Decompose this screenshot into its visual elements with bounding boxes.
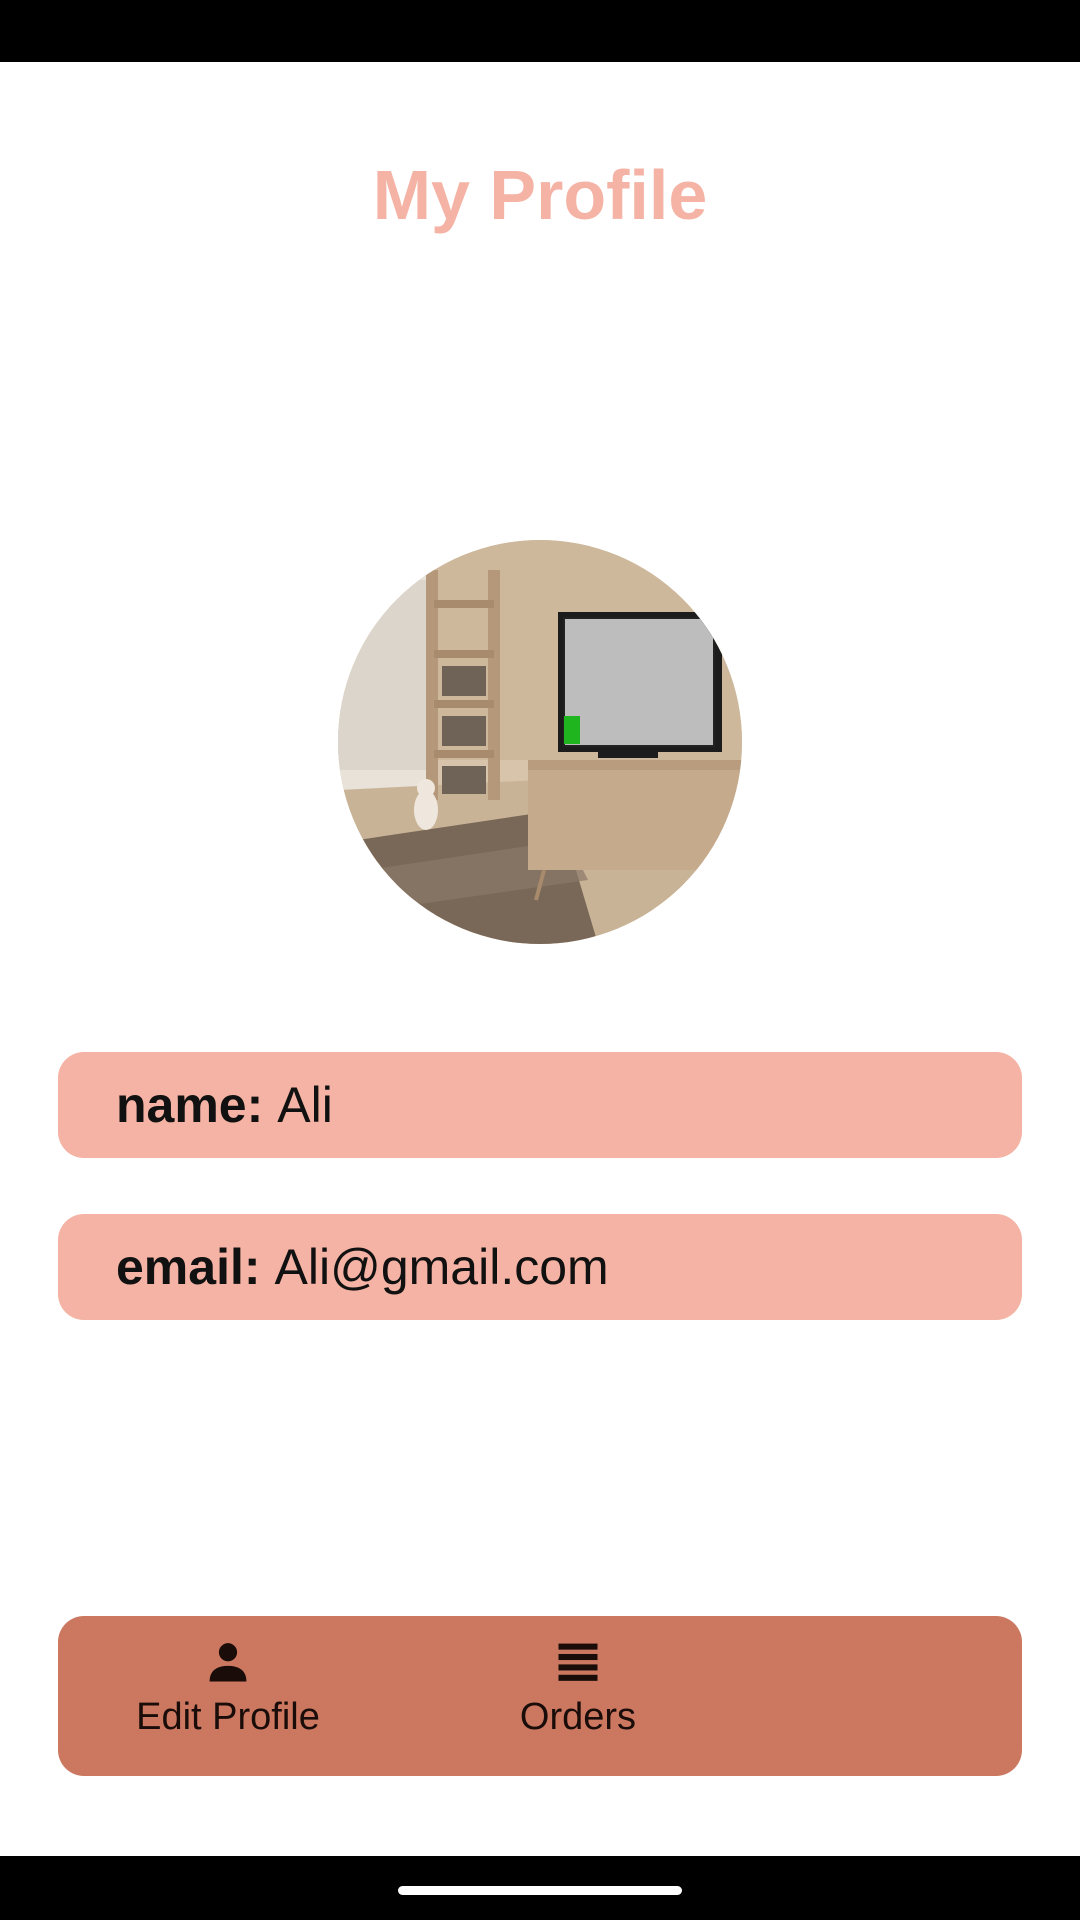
name-value: Ali	[277, 1077, 333, 1133]
avatar-image	[338, 540, 742, 944]
email-label: email:	[116, 1239, 261, 1295]
edit-profile-label: Edit Profile	[136, 1696, 320, 1738]
person-icon	[209, 1643, 247, 1682]
page-title: My Profile	[372, 156, 708, 234]
bottom-nav: Edit Profile Orders	[58, 1616, 1022, 1776]
edit-profile-button[interactable]: Edit Profile	[98, 1636, 358, 1756]
system-navigation-bar	[0, 1856, 1080, 1920]
avatar[interactable]	[338, 540, 742, 944]
name-label: name:	[116, 1077, 264, 1133]
orders-label: Orders	[519, 1696, 637, 1738]
name-field: name: Ali	[58, 1052, 1022, 1158]
email-value: Ali@gmail.com	[274, 1239, 609, 1295]
orders-button[interactable]: Orders	[448, 1636, 708, 1756]
home-indicator[interactable]	[398, 1886, 682, 1895]
status-bar	[0, 0, 1080, 62]
list-icon	[558, 1643, 598, 1681]
email-field: email: Ali@gmail.com	[58, 1214, 1022, 1320]
